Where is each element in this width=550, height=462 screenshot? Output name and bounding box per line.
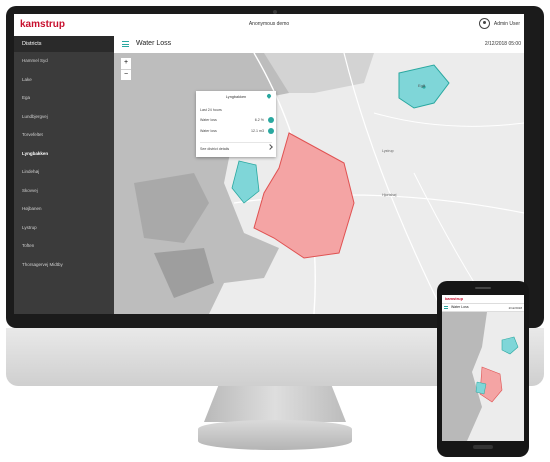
district-sidebar: Districts Hammel Syd Lake Ega Lundbjergv… — [14, 36, 114, 314]
chevron-right-icon[interactable] — [267, 144, 273, 150]
sidebar-title: Districts — [14, 36, 114, 52]
zoom-in-button[interactable]: + — [121, 58, 131, 70]
popup-subtitle: Last 24 hours — [200, 108, 222, 112]
phone-page-title: Water Loss — [451, 305, 469, 309]
map-label-district: Egå — [418, 83, 426, 88]
popup-row: Water loss 6.2 % — [200, 117, 274, 125]
phone-menu-icon[interactable] — [444, 306, 448, 309]
phone-brand-logo[interactable]: kamstrup — [445, 296, 463, 301]
sidebar-item[interactable]: Højbanen — [14, 200, 114, 219]
row-label: Water loss — [200, 129, 217, 133]
row-value: 12.1 m3 — [251, 129, 264, 133]
date-display: 2/12/2018 05:00 — [484, 41, 521, 47]
phone-date: 2/12/2018 — [508, 306, 522, 310]
sidebar-item[interactable]: Hammel Syd — [14, 52, 114, 71]
popup-title: Lyngbakken — [225, 95, 247, 99]
sidebar-item[interactable]: Lystrup — [14, 219, 114, 238]
sidebar-item[interactable]: Skovvej — [14, 182, 114, 201]
sidebar-item[interactable]: Toften — [14, 237, 114, 256]
zoom-controls: + − — [120, 57, 132, 81]
hamburger-menu-icon[interactable] — [122, 41, 129, 47]
sidebar-item[interactable]: Ega — [14, 89, 114, 108]
page-title: Water Loss — [136, 40, 172, 47]
map-canvas[interactable] — [114, 53, 524, 314]
page-header: Water Loss 2/12/2018 05:00 — [114, 36, 524, 54]
user-icon[interactable] — [479, 18, 490, 29]
phone-speaker — [475, 287, 491, 289]
app-screen: kamstrup Anonymous demo Admin User Distr… — [14, 14, 524, 314]
monitor-stand — [204, 386, 346, 422]
phone-header: Water Loss 2/12/2018 — [442, 304, 524, 312]
district-popup: Lyngbakken Last 24 hours Water loss 6.2 … — [196, 91, 276, 157]
monitor-base — [198, 420, 352, 450]
zoom-out-button[interactable]: − — [121, 70, 131, 81]
sidebar-item[interactable]: Torvefeltet — [14, 126, 114, 145]
row-label: Water loss — [200, 118, 217, 122]
district-map[interactable]: Egå Lystrup Hjortshøj + − Lyngbakken Las… — [114, 53, 524, 314]
district-details-link[interactable]: See district details — [200, 147, 229, 151]
map-label-town: Lystrup — [382, 149, 394, 153]
smartphone: kamstrup Water Loss 2/12/2018 — [437, 281, 529, 457]
status-dot-icon — [268, 117, 274, 123]
row-value: 6.2 % — [254, 118, 264, 122]
phone-top-bar: kamstrup — [442, 295, 524, 304]
top-bar: kamstrup Anonymous demo Admin User — [14, 14, 524, 37]
sidebar-item[interactable]: Lindehøj — [14, 163, 114, 182]
popup-row: Water loss 12.1 m3 — [200, 128, 274, 136]
user-name[interactable]: Admin User — [494, 21, 520, 27]
app-title: Anonymous demo — [248, 21, 290, 27]
sidebar-item[interactable]: Thorsagervej Midtby — [14, 256, 114, 275]
sidebar-item[interactable]: Lake — [14, 71, 114, 90]
phone-home-button[interactable] — [473, 445, 493, 449]
sidebar-item-active[interactable]: Lyngbakken — [14, 145, 114, 164]
phone-screen: kamstrup Water Loss 2/12/2018 — [442, 295, 524, 441]
map-label-town: Hjortshøj — [382, 193, 397, 197]
sidebar-item[interactable]: Lundbjergvej — [14, 108, 114, 127]
status-dot-icon — [268, 128, 274, 134]
popup-divider — [200, 142, 272, 143]
phone-map[interactable] — [442, 312, 524, 441]
